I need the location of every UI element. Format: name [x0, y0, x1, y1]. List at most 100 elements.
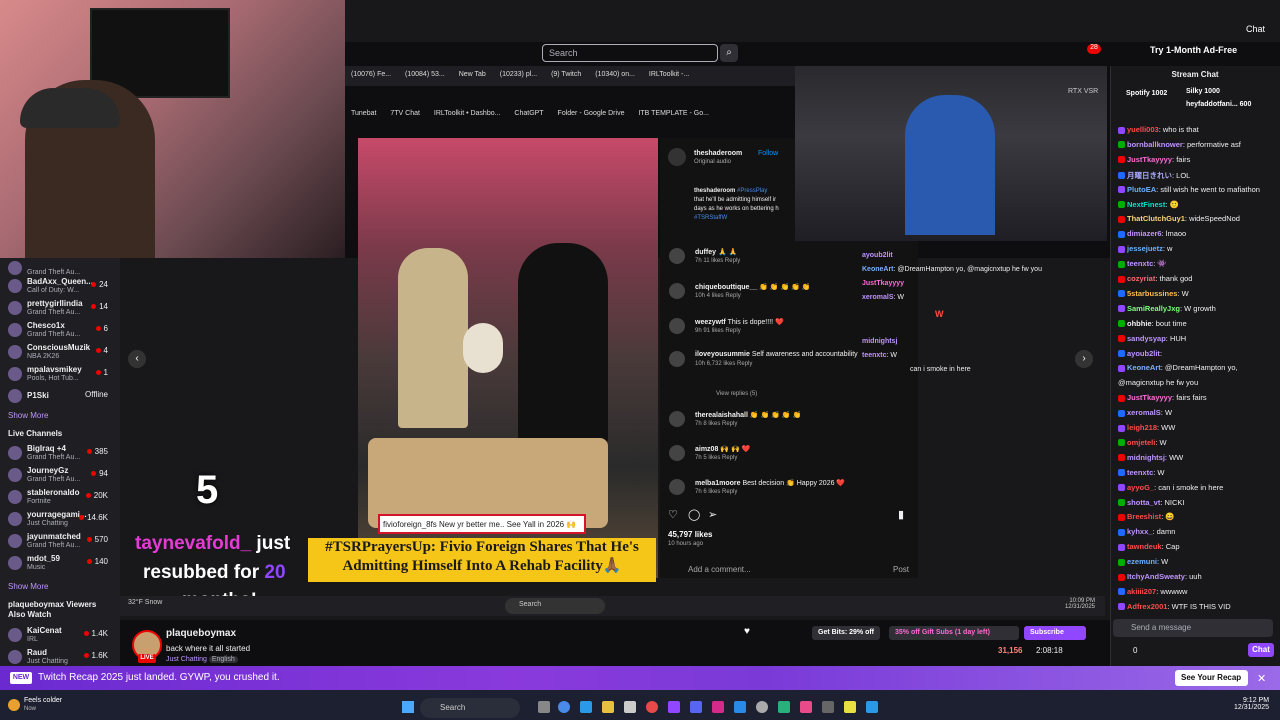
gift-subs-button[interactable]: 35% off Gift Subs (1 day left): [889, 626, 1019, 640]
sidebar-channel[interactable]: ConsciousMuzik NBA 2K26 4: [0, 342, 120, 364]
comment-icon[interactable]: ◯: [688, 508, 700, 521]
sidebar-channel[interactable]: BadAxx_Queen... Call of Duty: W... 24: [0, 276, 120, 298]
inner-tab[interactable]: (10076) Fe...: [345, 66, 397, 83]
sidebar-channel[interactable]: yourragegami... Just Chatting 14.6K: [0, 509, 120, 531]
chat-username[interactable]: midnightsj: [1127, 453, 1165, 462]
chat-username[interactable]: sandysyap: [1127, 334, 1166, 343]
sidebar-channel[interactable]: BigIraq +4 Grand Theft Au... 385: [0, 443, 120, 465]
chat-username[interactable]: ohbhie: [1127, 319, 1152, 328]
chat-username[interactable]: ayyoG_: [1127, 483, 1154, 492]
file-explorer-icon[interactable]: [602, 701, 614, 713]
search-button[interactable]: ⌕: [720, 44, 738, 62]
heart-icon[interactable]: ♡: [668, 508, 678, 521]
share-icon[interactable]: ➢: [708, 508, 717, 521]
sidebar-channel[interactable]: P1Ski Offline: [0, 386, 120, 408]
chevron-right-icon[interactable]: ›: [1075, 350, 1093, 368]
twitch-icon[interactable]: [668, 701, 680, 713]
sidebar-channel[interactable]: JourneyGz Grand Theft Au... 94: [0, 465, 120, 487]
task-view-icon[interactable]: [538, 701, 550, 713]
chat-username[interactable]: 5starbussines: [1127, 289, 1177, 298]
chat-username[interactable]: PlutoEA: [1127, 185, 1156, 194]
settings-icon[interactable]: [756, 701, 768, 713]
close-icon[interactable]: ✕: [1257, 672, 1266, 685]
sidebar-channel[interactable]: mpalavsmikey Pools, Hot Tub... 1: [0, 364, 120, 386]
sidebar-channel[interactable]: Chesco1x Grand Theft Au... 6: [0, 320, 120, 342]
account-name[interactable]: theshaderoom: [694, 150, 742, 157]
app-icon[interactable]: [800, 701, 812, 713]
chat-username[interactable]: omjeteli: [1127, 438, 1155, 447]
chat-username[interactable]: shotta_vt: [1127, 498, 1160, 507]
inner-tab[interactable]: (10340) on...: [589, 66, 641, 83]
chat-username[interactable]: NextFinest: [1127, 200, 1165, 209]
add-comment-input[interactable]: Add a comment...: [688, 565, 751, 574]
ad-free-button[interactable]: Try 1-Month Ad-Free: [1150, 45, 1237, 55]
app-icon[interactable]: [866, 701, 878, 713]
chat-username[interactable]: ItchyAndSweaty: [1127, 572, 1185, 581]
edge-icon[interactable]: [580, 701, 592, 713]
chat-username[interactable]: teenxtc: [1127, 259, 1153, 268]
chat-username[interactable]: ezemuni: [1127, 557, 1157, 566]
see-recap-button[interactable]: See Your Recap: [1175, 670, 1248, 686]
chat-username[interactable]: Breeshist: [1127, 512, 1161, 521]
app-icon[interactable]: [844, 701, 856, 713]
chat-username[interactable]: ThatClutchGuy1: [1127, 214, 1185, 223]
search-input[interactable]: Search: [542, 44, 718, 62]
bookmark[interactable]: ChatGPT: [508, 108, 549, 119]
subscribe-button[interactable]: Subscribe: [1024, 626, 1086, 640]
chat-username[interactable]: KeoneArt: [1127, 363, 1161, 372]
store-icon[interactable]: [624, 701, 636, 713]
app-icon[interactable]: [822, 701, 834, 713]
chat-username[interactable]: cozyriat: [1127, 274, 1155, 283]
streamer-name[interactable]: plaqueboymax: [166, 628, 236, 639]
chat-username[interactable]: yuelli003: [1127, 125, 1159, 134]
chat-username[interactable]: kyhxx_: [1127, 527, 1152, 536]
channel-points[interactable]: 0: [1133, 646, 1137, 655]
bookmark[interactable]: ITB TEMPLATE - Go...: [632, 108, 715, 119]
chat-username[interactable]: SamiReallyJxg: [1127, 304, 1180, 313]
chat-send-button[interactable]: Chat: [1248, 643, 1274, 657]
notification-badge[interactable]: 28: [1087, 44, 1101, 54]
sidebar-channel[interactable]: jayunmatched Grand Theft Au... 570: [0, 531, 120, 553]
follow-button[interactable]: Follow: [758, 150, 778, 157]
obs-icon[interactable]: [646, 701, 658, 713]
chat-username[interactable]: JustTkayyyy: [1127, 155, 1172, 164]
app-icon[interactable]: [778, 701, 790, 713]
inner-tab[interactable]: (10233) pl...: [494, 66, 543, 83]
chevron-left-icon[interactable]: ‹: [128, 350, 146, 368]
instagram-icon[interactable]: [712, 701, 724, 713]
chrome-icon[interactable]: [558, 701, 570, 713]
windows-start-icon[interactable]: [402, 701, 414, 713]
chat-username[interactable]: teenxtc: [1127, 468, 1153, 477]
instagram-post-video[interactable]: [358, 138, 658, 578]
stream-category[interactable]: Just Chatting English: [166, 656, 238, 663]
sidebar-channel[interactable]: KaiCenat IRL 1.4K: [0, 625, 120, 647]
chat-username[interactable]: dimiazer6: [1127, 229, 1162, 238]
chat-username[interactable]: ayoub2lit: [1127, 349, 1160, 358]
get-bits-button[interactable]: Get Bits: 29% off: [812, 626, 880, 640]
show-more-link[interactable]: Show More: [8, 411, 48, 420]
post-button[interactable]: Post: [893, 565, 909, 574]
show-more-link[interactable]: Show More: [8, 582, 48, 591]
sidebar-channel[interactable]: mdot_59 Music 140: [0, 553, 120, 575]
chat-username[interactable]: JustTkayyyy: [1127, 393, 1172, 402]
chat-username[interactable]: bornballknower: [1127, 140, 1183, 149]
inner-tab[interactable]: New Tab: [453, 66, 492, 83]
discord-icon[interactable]: [690, 701, 702, 713]
chrome-chat-button[interactable]: Chat: [1246, 24, 1265, 34]
inner-tab[interactable]: (9) Twitch: [545, 66, 587, 83]
taskbar-search[interactable]: Search: [420, 698, 520, 718]
sidebar-channel[interactable]: prettygirllindia Grand Theft Au... 14: [0, 298, 120, 320]
chat-username[interactable]: xeromalS: [1127, 408, 1161, 417]
inner-tab[interactable]: (10084) 53...: [399, 66, 451, 83]
chat-username[interactable]: jessejuetz: [1127, 244, 1163, 253]
bookmark[interactable]: Folder - Google Drive: [552, 108, 631, 119]
inner-tab[interactable]: IRLToolkit -...: [643, 66, 695, 83]
chat-input[interactable]: Send a message: [1113, 619, 1273, 637]
chat-username[interactable]: 月曜日きれい: [1127, 171, 1172, 180]
view-replies-link[interactable]: View replies (5): [716, 391, 757, 397]
chat-username[interactable]: Adfrex2001: [1127, 602, 1167, 611]
chat-username[interactable]: tawndeuk: [1127, 542, 1162, 551]
bookmark-icon[interactable]: ▮: [898, 508, 904, 521]
bookmark[interactable]: Tunebat: [345, 108, 382, 119]
chat-username[interactable]: leigh218: [1127, 423, 1157, 432]
